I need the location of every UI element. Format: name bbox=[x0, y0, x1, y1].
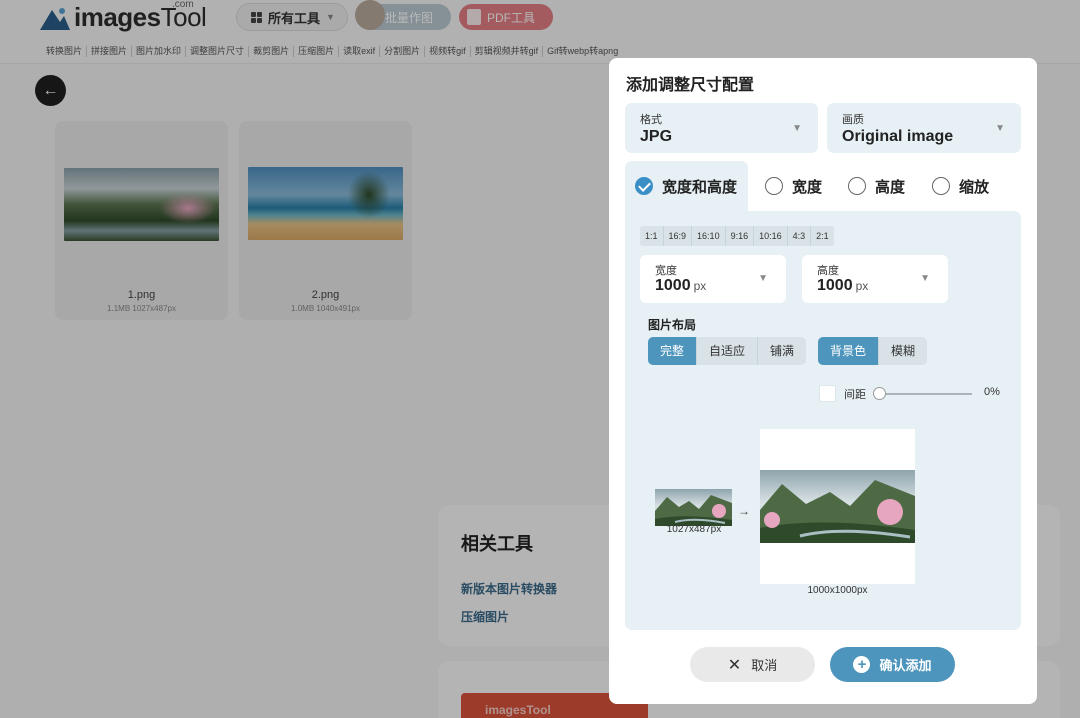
radio-icon bbox=[765, 177, 783, 195]
cancel-label: 取消 bbox=[751, 658, 778, 673]
cancel-button[interactable]: ✕ 取消 bbox=[690, 647, 815, 682]
format-label: 格式 bbox=[640, 114, 662, 126]
height-field[interactable]: 高度 1000 px ▼ bbox=[802, 255, 948, 303]
format-select[interactable]: 格式 JPG ▼ bbox=[625, 103, 818, 153]
format-value: JPG bbox=[640, 128, 673, 145]
tab-label: 宽度和高度 bbox=[662, 178, 738, 196]
quality-value: Original image bbox=[842, 128, 954, 145]
width-value: 1000 px bbox=[655, 277, 707, 294]
ratio-preset[interactable]: 1:1 bbox=[640, 226, 664, 246]
radio-checked-icon bbox=[635, 177, 653, 195]
resize-config-dialog: 添加调整尺寸配置 格式 JPG ▼ 画质 Original image ▼ 宽度… bbox=[609, 58, 1037, 704]
source-size-label: 1027x487px bbox=[666, 524, 722, 535]
tab-width-and-height[interactable]: 宽度和高度 bbox=[625, 161, 748, 211]
output-preview-image bbox=[760, 470, 915, 543]
chevron-down-icon[interactable]: ▼ bbox=[920, 273, 930, 284]
height-value: 1000 px bbox=[817, 277, 869, 294]
quality-select[interactable]: 画质 Original image ▼ bbox=[827, 103, 1021, 153]
ratio-preset[interactable]: 10:16 bbox=[754, 226, 788, 246]
arrow-right-icon: → bbox=[738, 504, 750, 518]
background-segmented-control: 背景色 模糊 bbox=[818, 337, 928, 365]
bg-option-blur[interactable]: 模糊 bbox=[879, 337, 928, 365]
spacing-slider-handle[interactable] bbox=[873, 387, 886, 400]
layout-option-fit[interactable]: 自适应 bbox=[697, 337, 759, 365]
confirm-add-button[interactable]: + 确认添加 bbox=[830, 647, 955, 682]
width-field[interactable]: 宽度 1000 px ▼ bbox=[640, 255, 786, 303]
bg-option-color[interactable]: 背景色 bbox=[818, 337, 880, 365]
width-height-panel: 1:1 16:9 16:10 9:16 10:16 4:3 2:1 宽度 100… bbox=[625, 211, 1021, 630]
dialog-title: 添加调整尺寸配置 bbox=[626, 77, 755, 94]
resize-mode-tabs: 宽度和高度 宽度 高度 缩放 bbox=[625, 161, 1021, 211]
ratio-preset[interactable]: 9:16 bbox=[726, 226, 755, 246]
tab-height[interactable]: 高度 bbox=[848, 161, 905, 211]
ratio-preset[interactable]: 16:9 bbox=[664, 226, 693, 246]
layout-option-complete[interactable]: 完整 bbox=[648, 337, 698, 365]
tab-label: 缩放 bbox=[959, 178, 990, 196]
ratio-preset[interactable]: 16:10 bbox=[692, 226, 726, 246]
source-preview-image bbox=[655, 489, 732, 526]
chevron-down-icon[interactable]: ▼ bbox=[758, 273, 768, 284]
ratio-preset[interactable]: 4:3 bbox=[788, 226, 812, 246]
spacing-label: 间距 bbox=[844, 389, 866, 401]
layout-option-fill[interactable]: 铺满 bbox=[758, 337, 807, 365]
spacing-slider[interactable] bbox=[879, 393, 972, 395]
chevron-down-icon: ▼ bbox=[995, 123, 1005, 134]
spacing-checkbox[interactable] bbox=[819, 385, 836, 402]
width-label: 宽度 bbox=[655, 265, 677, 277]
spacing-row: 间距 0% bbox=[819, 383, 1009, 403]
radio-icon bbox=[848, 177, 866, 195]
height-label: 高度 bbox=[817, 265, 839, 277]
quality-label: 画质 bbox=[842, 114, 864, 126]
layout-segmented-control: 完整 自适应 铺满 bbox=[648, 337, 807, 365]
target-size-label: 1000x1000px bbox=[807, 585, 868, 596]
ratio-preset[interactable]: 2:1 bbox=[811, 226, 834, 246]
tab-label: 高度 bbox=[875, 178, 906, 196]
tab-scale[interactable]: 缩放 bbox=[932, 161, 989, 211]
radio-icon bbox=[932, 177, 950, 195]
image-layout-label: 图片布局 bbox=[648, 318, 697, 332]
confirm-label: 确认添加 bbox=[879, 658, 932, 673]
tab-label: 宽度 bbox=[792, 178, 823, 196]
plus-circle-icon: + bbox=[853, 656, 871, 673]
aspect-ratio-presets: 1:1 16:9 16:10 9:16 10:16 4:3 2:1 bbox=[640, 226, 834, 246]
close-icon: ✕ bbox=[727, 656, 742, 674]
chevron-down-icon: ▼ bbox=[792, 123, 802, 134]
tab-width[interactable]: 宽度 bbox=[765, 161, 822, 211]
spacing-value: 0% bbox=[984, 386, 1000, 398]
